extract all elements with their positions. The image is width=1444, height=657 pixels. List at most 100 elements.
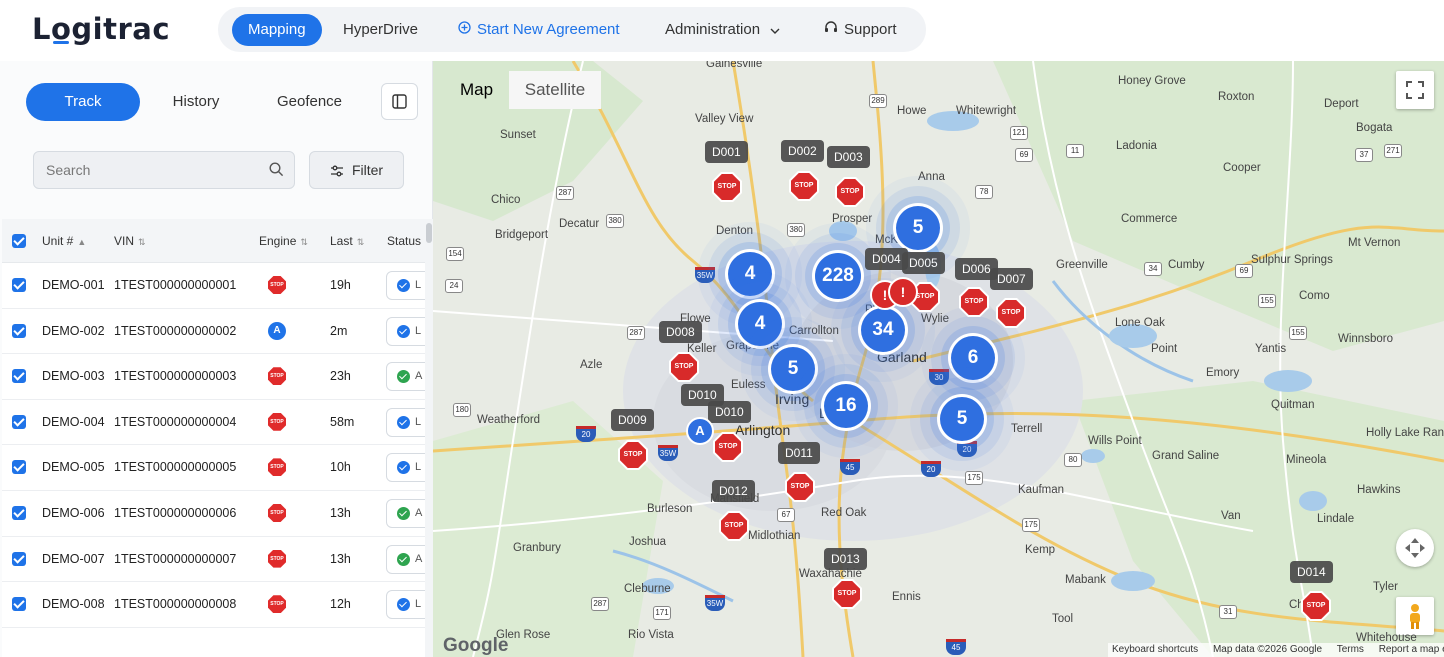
vehicle-cluster[interactable]: 5 (896, 206, 940, 250)
row-checkbox[interactable] (12, 323, 26, 338)
sort-icon: ⇅ (138, 237, 146, 247)
place-label: Anna (918, 171, 945, 183)
search-input[interactable] (34, 152, 259, 188)
chevron-down-icon (770, 21, 780, 38)
map-footer: Keyboard shortcuts Map data ©2026 Google… (1108, 643, 1444, 657)
device-tag[interactable]: D003 (827, 146, 870, 168)
table-row[interactable]: DEMO-008 1TEST000000000008 STOP 12h L (2, 582, 433, 628)
stop-marker[interactable]: STOP (785, 472, 815, 502)
tab-track[interactable]: Track (26, 83, 140, 121)
fullscreen-icon (1406, 81, 1424, 99)
highway-shield: 380 (787, 223, 805, 237)
place-label: Keller (687, 343, 717, 355)
place-label: Holly Lake Ranch (1366, 427, 1444, 439)
col-last[interactable]: Last ⇅ (330, 219, 364, 263)
select-all-checkbox[interactable] (12, 234, 26, 248)
stop-marker[interactable]: STOP (959, 287, 989, 317)
map-type-map[interactable]: Map (444, 71, 509, 109)
row-checkbox[interactable] (12, 460, 26, 475)
row-checkbox[interactable] (12, 597, 26, 612)
logitrac-logo[interactable]: Logitrac (32, 12, 170, 46)
stop-marker[interactable]: STOP (789, 171, 819, 201)
stop-marker-label: STOP (714, 174, 740, 200)
status-check-icon (397, 370, 410, 384)
table-row[interactable]: DEMO-003 1TEST000000000003 STOP 23h A (2, 354, 433, 400)
nav-hyperdrive[interactable]: HyperDrive (327, 14, 434, 46)
stop-marker[interactable]: STOP (996, 298, 1026, 328)
col-unit[interactable]: Unit # ▲ (42, 219, 86, 263)
device-tag[interactable]: D013 (824, 548, 867, 570)
row-checkbox[interactable] (12, 369, 26, 384)
map-type-satellite[interactable]: Satellite (509, 71, 601, 109)
nav-start-new-agreement[interactable]: Start New Agreement (442, 14, 636, 46)
stop-marker[interactable]: STOP (835, 177, 865, 207)
stop-marker[interactable]: STOP (832, 579, 862, 609)
nav-support[interactable]: Support (808, 14, 913, 46)
search-icon[interactable] (269, 162, 284, 182)
table-row[interactable]: DEMO-004 1TEST000000000004 STOP 58m L (2, 399, 433, 446)
device-tag[interactable]: D014 (1290, 561, 1333, 583)
vehicle-cluster[interactable]: 5 (940, 397, 984, 441)
interstate-shield: 35W (695, 267, 715, 283)
table-header: Unit # ▲ VIN ⇅ Engine ⇅ Last ⇅ Status (2, 219, 433, 263)
device-tag[interactable]: D008 (659, 321, 702, 343)
warning-marker[interactable]: ! (888, 277, 918, 307)
table-row[interactable]: DEMO-006 1TEST000000000006 STOP 13h A (2, 491, 433, 537)
stop-marker[interactable]: STOP (1301, 591, 1331, 621)
table-scrollbar[interactable] (425, 219, 433, 657)
status-text: L (415, 461, 422, 474)
stop-marker[interactable]: STOP (618, 440, 648, 470)
highway-shield: 271 (1384, 144, 1402, 158)
keyboard-shortcuts-link[interactable]: Keyboard shortcuts (1112, 644, 1198, 655)
device-tag[interactable]: D001 (705, 141, 748, 163)
tab-geofence[interactable]: Geofence (252, 83, 367, 121)
stop-marker[interactable]: STOP (713, 432, 743, 462)
vehicle-cluster[interactable]: 228 (815, 253, 861, 299)
stop-marker[interactable]: STOP (669, 352, 699, 382)
place-label: Mt Vernon (1348, 237, 1401, 249)
device-tag[interactable]: D011 (778, 442, 820, 464)
stop-marker[interactable]: STOP (719, 511, 749, 541)
place-label: Decatur (559, 218, 600, 230)
vehicle-cluster[interactable]: 5 (771, 347, 815, 391)
nav-mapping[interactable]: Mapping (232, 14, 322, 46)
camera-control-button[interactable] (1396, 529, 1434, 567)
device-tag[interactable]: D005 (902, 252, 945, 274)
map-view[interactable]: Map Satellite Gainesville Honey Grove Ro… (433, 61, 1444, 657)
nav-administration[interactable]: Administration (649, 14, 796, 46)
tab-history[interactable]: History (140, 83, 252, 121)
col-engine[interactable]: Engine ⇅ (259, 219, 308, 263)
table-row[interactable]: DEMO-005 1TEST000000000005 STOP 10h L (2, 445, 433, 491)
toggle-panel-button[interactable] (381, 83, 418, 120)
vehicle-cluster[interactable]: 34 (861, 308, 905, 352)
device-tag[interactable]: D012 (712, 480, 755, 502)
row-checkbox[interactable] (12, 278, 26, 292)
highway-shield: 380 (606, 214, 624, 228)
device-tag[interactable]: D009 (611, 409, 654, 431)
row-checkbox[interactable] (12, 506, 26, 520)
device-tag[interactable]: D010 (708, 401, 751, 423)
filter-button[interactable]: Filter (309, 151, 404, 189)
vehicle-cluster[interactable]: 4 (738, 302, 782, 346)
vehicle-cluster[interactable]: 4 (728, 252, 772, 296)
place-label: Emory (1206, 367, 1240, 379)
active-vehicle-marker[interactable]: A (686, 417, 714, 445)
col-vin[interactable]: VIN ⇅ (114, 219, 146, 263)
table-row[interactable]: DEMO-002 1TEST000000000002 A 2m L (2, 308, 433, 355)
fullscreen-button[interactable] (1396, 71, 1434, 109)
report-map-error-link[interactable]: Report a map error (1379, 644, 1444, 655)
vehicle-cluster[interactable]: 6 (951, 336, 995, 380)
stop-marker[interactable]: STOP (712, 172, 742, 202)
device-tag[interactable]: D002 (781, 140, 824, 162)
table-row[interactable]: DEMO-001 1TEST000000000001 STOP 19h L (2, 263, 433, 309)
row-checkbox[interactable] (12, 414, 26, 429)
terms-link[interactable]: Terms (1337, 644, 1364, 655)
row-checkbox[interactable] (12, 551, 26, 566)
vehicle-cluster[interactable]: 16 (824, 384, 868, 428)
table-row[interactable]: DEMO-007 1TEST000000000007 STOP 13h A (2, 536, 433, 583)
col-status[interactable]: Status (387, 219, 421, 263)
place-label: Winnsboro (1338, 333, 1393, 345)
device-tag[interactable]: D007 (990, 268, 1033, 290)
scrollbar-thumb[interactable] (426, 223, 432, 243)
street-view-pegman[interactable] (1396, 597, 1434, 635)
